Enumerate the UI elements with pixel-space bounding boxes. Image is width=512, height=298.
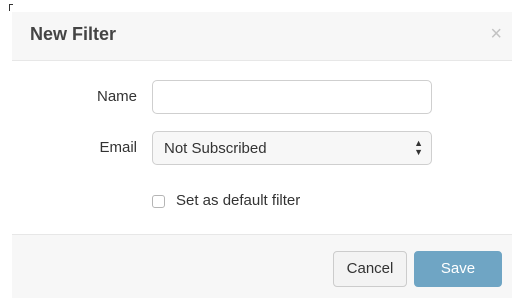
save-button[interactable]: Save: [414, 251, 502, 287]
up-down-arrows-icon: ▲ ▼: [414, 138, 423, 157]
dialog-footer: Cancel Save: [12, 234, 512, 298]
close-icon[interactable]: ×: [490, 24, 502, 44]
dialog-header: New Filter ×: [12, 12, 512, 61]
corner-mark: [9, 4, 13, 11]
default-filter-label[interactable]: Set as default filter: [176, 192, 300, 209]
email-select[interactable]: Not Subscribed ▲ ▼: [152, 131, 432, 165]
dialog-title: New Filter: [30, 24, 117, 44]
name-input[interactable]: [152, 80, 432, 114]
new-filter-dialog: New Filter × Name Email Not Subscribed ▲…: [12, 12, 512, 298]
email-select-value: Not Subscribed: [164, 140, 267, 157]
name-label: Name: [96, 88, 137, 105]
default-filter-checkbox[interactable]: [152, 195, 165, 208]
email-label: Email: [99, 139, 137, 156]
cancel-button[interactable]: Cancel: [333, 251, 407, 287]
